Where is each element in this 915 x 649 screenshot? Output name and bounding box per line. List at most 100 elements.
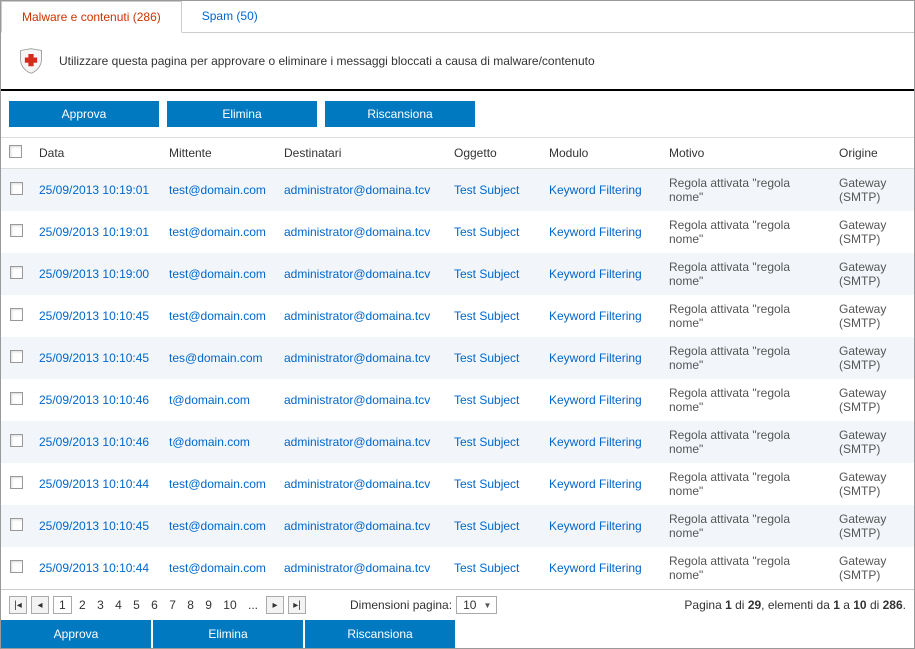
cell-data[interactable]: 25/09/2013 10:10:44 — [31, 547, 161, 589]
pager-page[interactable]: 6 — [147, 598, 162, 612]
delete-button[interactable]: Elimina — [167, 101, 317, 127]
cell-destinatari[interactable]: administrator@domaina.tcv — [276, 421, 446, 463]
cell-destinatari[interactable]: administrator@domaina.tcv — [276, 253, 446, 295]
cell-data[interactable]: 25/09/2013 10:19:00 — [31, 253, 161, 295]
cell-mittente[interactable]: test@domain.com — [161, 169, 276, 212]
pager-page[interactable]: 10 — [219, 598, 240, 612]
pager-page[interactable]: 2 — [75, 598, 90, 612]
cell-oggetto[interactable]: Test Subject — [446, 379, 541, 421]
row-checkbox[interactable] — [10, 182, 23, 195]
row-checkbox[interactable] — [10, 434, 23, 447]
cell-destinatari[interactable]: administrator@domaina.tcv — [276, 211, 446, 253]
table-row[interactable]: 25/09/2013 10:10:44test@domain.comadmini… — [1, 547, 914, 589]
pager-page[interactable]: 9 — [201, 598, 216, 612]
cell-oggetto[interactable]: Test Subject — [446, 463, 541, 505]
pager-page[interactable]: 8 — [183, 598, 198, 612]
rescan-button-bottom[interactable]: Riscansiona — [305, 620, 455, 648]
row-checkbox[interactable] — [10, 308, 23, 321]
cell-oggetto[interactable]: Test Subject — [446, 337, 541, 379]
cell-modulo[interactable]: Keyword Filtering — [541, 547, 661, 589]
cell-oggetto[interactable]: Test Subject — [446, 295, 541, 337]
col-header-mittente[interactable]: Mittente — [161, 138, 276, 169]
table-row[interactable]: 25/09/2013 10:19:00test@domain.comadmini… — [1, 253, 914, 295]
pager-page[interactable]: 7 — [165, 598, 180, 612]
cell-mittente[interactable]: test@domain.com — [161, 211, 276, 253]
cell-destinatari[interactable]: administrator@domaina.tcv — [276, 169, 446, 212]
cell-data[interactable]: 25/09/2013 10:10:45 — [31, 337, 161, 379]
cell-destinatari[interactable]: administrator@domaina.tcv — [276, 379, 446, 421]
cell-modulo[interactable]: Keyword Filtering — [541, 253, 661, 295]
cell-mittente[interactable]: test@domain.com — [161, 463, 276, 505]
page-size-select[interactable]: 10 — [456, 596, 497, 614]
cell-modulo[interactable]: Keyword Filtering — [541, 421, 661, 463]
cell-data[interactable]: 25/09/2013 10:10:45 — [31, 295, 161, 337]
table-row[interactable]: 25/09/2013 10:10:46t@domain.comadministr… — [1, 379, 914, 421]
col-header-data[interactable]: Data — [31, 138, 161, 169]
cell-data[interactable]: 25/09/2013 10:10:46 — [31, 421, 161, 463]
cell-modulo[interactable]: Keyword Filtering — [541, 505, 661, 547]
cell-modulo[interactable]: Keyword Filtering — [541, 169, 661, 212]
cell-modulo[interactable]: Keyword Filtering — [541, 463, 661, 505]
pager-page[interactable]: 4 — [111, 598, 126, 612]
select-all-checkbox[interactable] — [9, 145, 22, 158]
cell-data[interactable]: 25/09/2013 10:19:01 — [31, 211, 161, 253]
pager-next-icon[interactable]: ▸ — [266, 596, 284, 614]
row-checkbox[interactable] — [10, 392, 23, 405]
table-row[interactable]: 25/09/2013 10:10:45tes@domain.comadminis… — [1, 337, 914, 379]
row-checkbox[interactable] — [10, 266, 23, 279]
cell-destinatari[interactable]: administrator@domaina.tcv — [276, 295, 446, 337]
tab-malware[interactable]: Malware e contenuti (286) — [1, 1, 182, 33]
pager-page[interactable]: 3 — [93, 598, 108, 612]
row-checkbox[interactable] — [10, 224, 23, 237]
cell-modulo[interactable]: Keyword Filtering — [541, 211, 661, 253]
table-row[interactable]: 25/09/2013 10:10:44test@domain.comadmini… — [1, 463, 914, 505]
col-header-motivo[interactable]: Motivo — [661, 138, 831, 169]
pager-page[interactable]: 5 — [129, 598, 144, 612]
cell-mittente[interactable]: test@domain.com — [161, 253, 276, 295]
cell-oggetto[interactable]: Test Subject — [446, 421, 541, 463]
delete-button-bottom[interactable]: Elimina — [153, 620, 303, 648]
col-header-origine[interactable]: Origine — [831, 138, 914, 169]
row-checkbox[interactable] — [10, 518, 23, 531]
cell-data[interactable]: 25/09/2013 10:19:01 — [31, 169, 161, 212]
cell-mittente[interactable]: test@domain.com — [161, 295, 276, 337]
cell-oggetto[interactable]: Test Subject — [446, 253, 541, 295]
pager-page[interactable]: ... — [244, 598, 262, 612]
cell-destinatari[interactable]: administrator@domaina.tcv — [276, 547, 446, 589]
col-header-destinatari[interactable]: Destinatari — [276, 138, 446, 169]
pager-last-icon[interactable]: ▸| — [288, 596, 306, 614]
cell-modulo[interactable]: Keyword Filtering — [541, 295, 661, 337]
cell-mittente[interactable]: tes@domain.com — [161, 337, 276, 379]
cell-destinatari[interactable]: administrator@domaina.tcv — [276, 505, 446, 547]
tab-spam[interactable]: Spam (50) — [182, 1, 278, 32]
rescan-button[interactable]: Riscansiona — [325, 101, 475, 127]
cell-mittente[interactable]: t@domain.com — [161, 379, 276, 421]
cell-mittente[interactable]: test@domain.com — [161, 547, 276, 589]
cell-modulo[interactable]: Keyword Filtering — [541, 337, 661, 379]
cell-modulo[interactable]: Keyword Filtering — [541, 379, 661, 421]
cell-data[interactable]: 25/09/2013 10:10:45 — [31, 505, 161, 547]
cell-data[interactable]: 25/09/2013 10:10:46 — [31, 379, 161, 421]
table-row[interactable]: 25/09/2013 10:19:01test@domain.comadmini… — [1, 169, 914, 212]
table-row[interactable]: 25/09/2013 10:10:45test@domain.comadmini… — [1, 295, 914, 337]
cell-oggetto[interactable]: Test Subject — [446, 211, 541, 253]
table-row[interactable]: 25/09/2013 10:10:46t@domain.comadministr… — [1, 421, 914, 463]
col-header-oggetto[interactable]: Oggetto — [446, 138, 541, 169]
cell-destinatari[interactable]: administrator@domaina.tcv — [276, 463, 446, 505]
row-checkbox[interactable] — [10, 476, 23, 489]
cell-destinatari[interactable]: administrator@domaina.tcv — [276, 337, 446, 379]
cell-oggetto[interactable]: Test Subject — [446, 169, 541, 212]
cell-mittente[interactable]: t@domain.com — [161, 421, 276, 463]
approve-button-bottom[interactable]: Approva — [1, 620, 151, 648]
pager-first-icon[interactable]: |◂ — [9, 596, 27, 614]
pager-page[interactable]: 1 — [53, 596, 72, 614]
approve-button[interactable]: Approva — [9, 101, 159, 127]
row-checkbox[interactable] — [10, 560, 23, 573]
pager-prev-icon[interactable]: ◂ — [31, 596, 49, 614]
table-row[interactable]: 25/09/2013 10:19:01test@domain.comadmini… — [1, 211, 914, 253]
table-row[interactable]: 25/09/2013 10:10:45test@domain.comadmini… — [1, 505, 914, 547]
row-checkbox[interactable] — [10, 350, 23, 363]
cell-data[interactable]: 25/09/2013 10:10:44 — [31, 463, 161, 505]
col-header-modulo[interactable]: Modulo — [541, 138, 661, 169]
cell-oggetto[interactable]: Test Subject — [446, 505, 541, 547]
